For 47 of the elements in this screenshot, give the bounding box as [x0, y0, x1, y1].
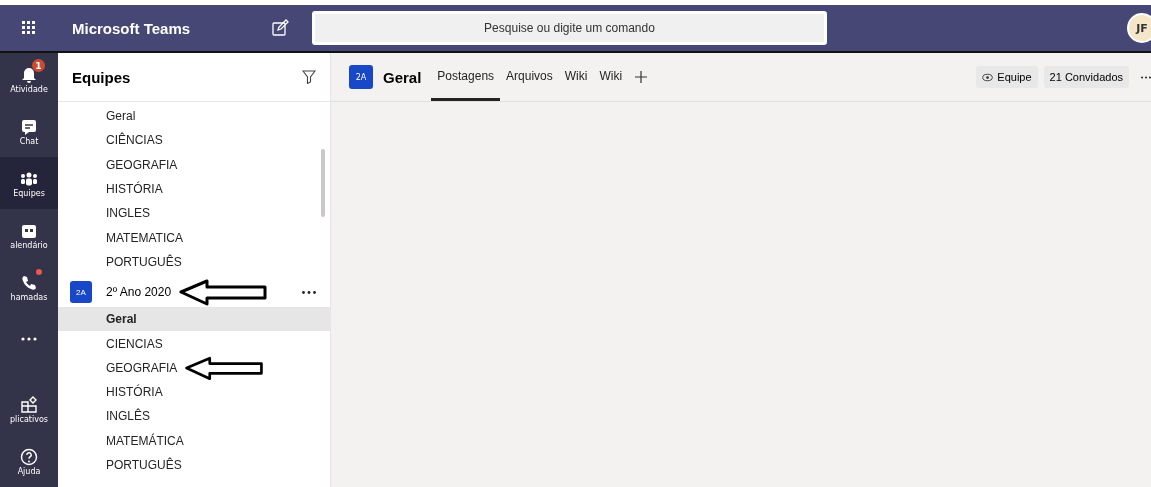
- add-tab-icon[interactable]: [634, 70, 649, 84]
- notification-badge: 1: [32, 59, 45, 72]
- channel-item[interactable]: PORTUGUÊS: [58, 452, 330, 478]
- channel-item[interactable]: INGLES: [58, 201, 330, 226]
- team-button[interactable]: Equipe: [976, 66, 1038, 88]
- more-options-icon: [19, 337, 39, 341]
- apps-icon: [19, 394, 39, 415]
- more-options-icon[interactable]: [302, 290, 316, 294]
- app-grid-icon[interactable]: [22, 21, 36, 35]
- filter-icon[interactable]: [302, 70, 316, 84]
- guests-button[interactable]: 21 Convidados: [1043, 66, 1129, 88]
- channel-title: Geral: [383, 68, 422, 86]
- channel-item[interactable]: GEOGRAFIA: [58, 152, 330, 177]
- channel-item[interactable]: Geral: [58, 307, 330, 332]
- channel-item[interactable]: CIENCIAS: [58, 331, 330, 356]
- rail-item[interactable]: Equipes: [0, 157, 58, 209]
- channel-item[interactable]: HISTÓRIA: [58, 176, 330, 202]
- channel-item[interactable]: PORTUGUÊS: [58, 249, 330, 275]
- team-badge: 2A: [70, 281, 92, 304]
- tab[interactable]: Wiki: [593, 53, 629, 101]
- rail-item[interactable]: plicativos: [0, 383, 58, 435]
- team-name[interactable]: 2º Ano 2020: [106, 285, 172, 300]
- channel-item[interactable]: MATEMÁTICA: [58, 428, 330, 453]
- app-title: Microsoft Teams: [71, 19, 192, 37]
- search-field[interactable]: Pesquise ou digite um comando: [312, 11, 827, 45]
- team-badge: 2A: [349, 65, 373, 89]
- rail-item[interactable]: Atividade 1: [0, 53, 58, 105]
- channel-item[interactable]: MATEMATICA: [58, 225, 330, 250]
- tab[interactable]: Postagens: [431, 53, 501, 101]
- eye-icon: [982, 71, 994, 83]
- rail-item[interactable]: hamadas: [0, 261, 58, 313]
- rail-item[interactable]: Chat: [0, 105, 58, 157]
- tab[interactable]: Wiki: [558, 53, 594, 101]
- rail-item[interactable]: Ajuda: [0, 435, 58, 487]
- scrollbar[interactable]: [321, 149, 325, 217]
- help-icon: [19, 446, 39, 467]
- user-avatar[interactable]: JF: [1127, 13, 1151, 43]
- more-options-icon[interactable]: [1141, 75, 1151, 79]
- channel-item[interactable]: HISTÓRIA: [58, 379, 330, 405]
- tab[interactable]: Arquivos: [500, 53, 559, 101]
- compose-icon[interactable]: [270, 18, 290, 38]
- sidebar-title: Equipes: [72, 68, 131, 86]
- channel-item[interactable]: INGLÊS: [58, 404, 330, 429]
- channel-item[interactable]: Geral: [58, 104, 330, 129]
- channel-item[interactable]: CIÊNCIAS: [58, 128, 330, 153]
- channel-item[interactable]: GEOGRAFIA: [58, 355, 330, 380]
- rail-item[interactable]: alendário: [0, 209, 58, 261]
